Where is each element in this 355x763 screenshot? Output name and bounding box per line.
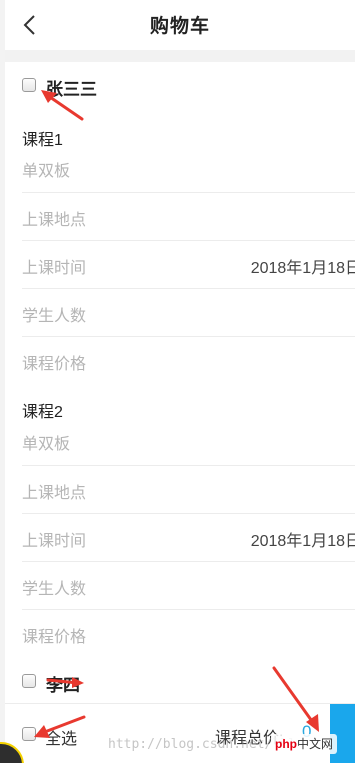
logo-part-1: php <box>275 737 297 751</box>
field-label: 学生人数 <box>22 581 87 598</box>
owner-name-2: 李四 <box>46 676 80 695</box>
field-row: 学生人数 <box>22 561 355 609</box>
field-value: 2018年1月18日 <box>250 260 355 277</box>
course-type-1: 单双板 <box>22 163 71 180</box>
left-edge <box>0 0 5 763</box>
owner-name-1: 张三三 <box>46 80 97 99</box>
field-row: 课程价格 <box>22 336 355 384</box>
field-label: 上课地点 <box>22 212 87 229</box>
field-row: 上课地点 <box>22 192 355 240</box>
owner-checkbox-2[interactable] <box>22 674 36 688</box>
cart-footer: 全选 课程总价: 0 <box>5 703 355 763</box>
field-row: 学生人数 <box>22 288 355 336</box>
owner-checkbox-1[interactable] <box>22 78 36 92</box>
course-title-2: 课程2 <box>22 404 63 421</box>
field-label: 上课时间 <box>22 533 87 550</box>
field-value: 2018年1月18日 <box>250 533 355 550</box>
field-row: 上课时间 2018年1月18日 <box>22 513 355 561</box>
field-label: 课程价格 <box>22 629 87 646</box>
field-row: 上课地点 <box>22 465 355 513</box>
select-all-checkbox[interactable] <box>22 727 36 741</box>
header-bar: 购物车 <box>5 0 355 50</box>
course-type-2: 单双板 <box>22 436 71 453</box>
cart-page: 购物车 张三三 课程1 单双板 上课地点 上课时间 2018年1月18日 学生人… <box>0 0 355 763</box>
logo-part-2: 中文网 <box>297 737 334 751</box>
field-label: 上课地点 <box>22 485 87 502</box>
field-label: 上课时间 <box>22 260 87 277</box>
course-title-1: 课程1 <box>22 132 63 149</box>
field-label: 课程价格 <box>22 356 87 373</box>
php-logo: php中文网 <box>271 734 338 754</box>
select-all-label: 全选 <box>45 731 78 748</box>
header-separator <box>5 50 355 62</box>
field-row: 课程价格 <box>22 609 355 657</box>
field-row: 上课时间 2018年1月18日 <box>22 240 355 288</box>
page-title: 购物车 <box>149 16 210 37</box>
field-label: 学生人数 <box>22 308 87 325</box>
